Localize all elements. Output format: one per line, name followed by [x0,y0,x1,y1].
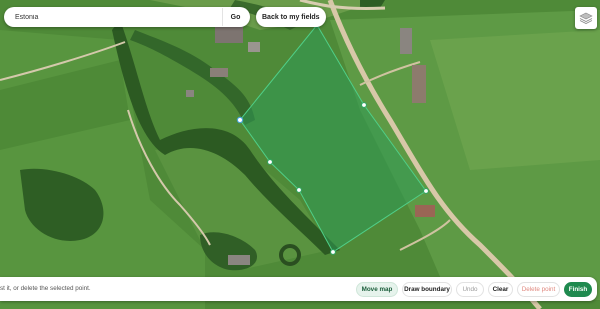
clear-button[interactable]: Clear [488,282,513,297]
vertex-point [330,249,336,255]
vertex-point [267,159,273,165]
satellite-map[interactable] [0,0,600,309]
search-bar: Go [4,7,250,27]
search-input[interactable] [4,7,222,27]
vertex-point [361,102,367,108]
undo-button[interactable]: Undo [456,282,484,297]
layers-icon [579,12,593,24]
vertex-point [423,188,429,194]
go-button[interactable]: Go [222,8,248,26]
drawing-toolbar: st it, or delete the selected point. Mov… [0,277,597,301]
vertex-point-selected [236,116,244,124]
layers-button[interactable] [575,7,597,29]
finish-button[interactable]: Finish [564,282,592,297]
hint-text: st it, or delete the selected point. [0,285,91,292]
back-to-fields-button[interactable]: Back to my fields [256,7,326,27]
delete-point-button[interactable]: Delete point [517,282,560,297]
move-map-button[interactable]: Move map [356,282,398,297]
vertex-point [296,187,302,193]
draw-boundary-button[interactable]: Draw boundary [402,282,452,297]
